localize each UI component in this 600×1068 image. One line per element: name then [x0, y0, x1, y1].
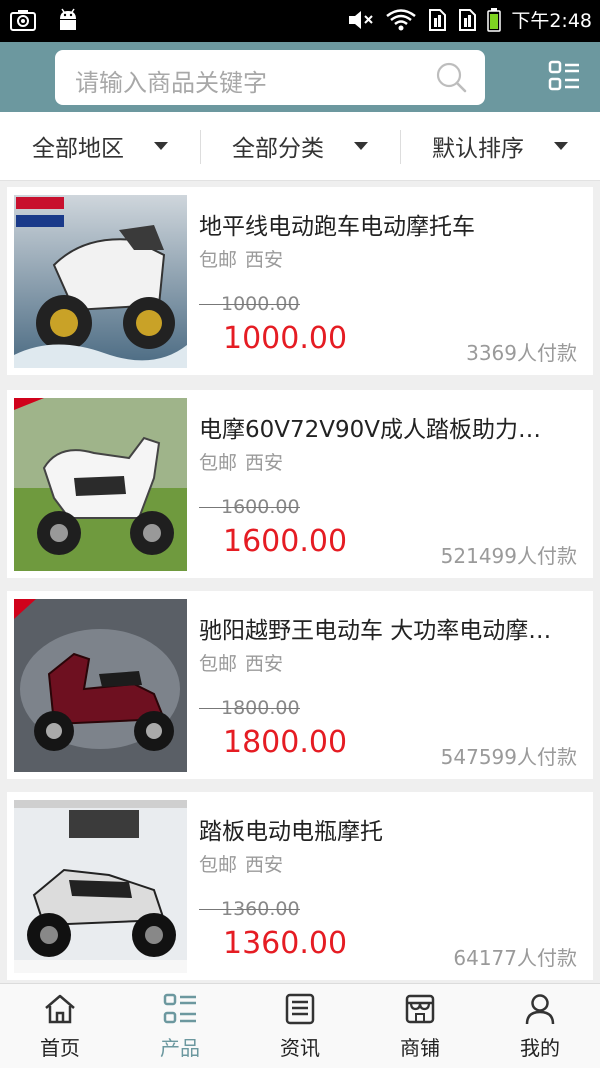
- tag-location: 西安: [245, 854, 284, 876]
- product-card[interactable]: 踏板电动电瓶摩托 包邮 西安 1360.00 1360.00 64177人付款: [7, 792, 593, 980]
- product-title[interactable]: 驰阳越野王电动车 大功率电动摩…: [199, 611, 579, 645]
- news-icon: [283, 992, 317, 1026]
- product-title[interactable]: 踏板电动电瓶摩托: [199, 812, 579, 846]
- caret-down-icon: [354, 142, 368, 150]
- tag-free-shipping: 包邮: [199, 854, 238, 876]
- product-tags: 包邮 西安: [199, 649, 283, 676]
- sim2-icon: [457, 8, 477, 32]
- nav-profile[interactable]: 我的: [480, 984, 600, 1068]
- sales-count: 3369人付款: [466, 341, 577, 365]
- mute-icon: [347, 8, 375, 32]
- battery-icon: [487, 7, 502, 32]
- nav-home[interactable]: 首页: [0, 984, 120, 1068]
- sales-count: 547599人付款: [440, 745, 577, 769]
- top-header: 请输入商品关键字: [0, 42, 600, 112]
- original-price: 1360.00: [199, 898, 300, 920]
- product-image[interactable]: [14, 195, 187, 368]
- product-price: 1360.00: [223, 926, 348, 961]
- nav-products-label: 产品: [160, 1036, 200, 1060]
- sales-count: 521499人付款: [440, 544, 577, 568]
- user-icon: [523, 992, 557, 1026]
- product-tags: 包邮 西安: [199, 850, 283, 877]
- filter-category-label: 全部分类: [232, 136, 324, 162]
- original-price: 1600.00: [199, 496, 300, 518]
- original-price: 1000.00: [199, 293, 300, 315]
- nav-news[interactable]: 资讯: [240, 984, 360, 1068]
- home-icon: [43, 992, 77, 1026]
- tag-free-shipping: 包邮: [199, 452, 238, 474]
- wifi-icon: [385, 8, 417, 32]
- product-card[interactable]: 电摩60V72V90V成人踏板助力… 包邮 西安 1600.00 1600.00 …: [7, 390, 593, 578]
- nav-profile-label: 我的: [520, 1036, 560, 1060]
- product-image[interactable]: [14, 398, 187, 571]
- product-price: 1600.00: [223, 524, 348, 559]
- product-title[interactable]: 电摩60V72V90V成人踏板助力…: [199, 410, 579, 444]
- caret-down-icon: [554, 142, 568, 150]
- filter-category[interactable]: 全部分类: [200, 112, 400, 180]
- nav-store[interactable]: 商铺: [360, 984, 480, 1068]
- tag-free-shipping: 包邮: [199, 653, 238, 675]
- search-input[interactable]: 请输入商品关键字: [55, 50, 485, 105]
- camera-icon: [10, 8, 36, 32]
- status-bar: 下午2:48: [0, 0, 600, 42]
- filter-bar: 全部地区 全部分类 默认排序: [0, 112, 600, 181]
- nav-store-label: 商铺: [400, 1036, 440, 1060]
- store-icon: [403, 992, 437, 1026]
- tag-location: 西安: [245, 452, 284, 474]
- nav-products[interactable]: 产品: [120, 984, 240, 1068]
- product-tags: 包邮 西安: [199, 245, 283, 272]
- tag-free-shipping: 包邮: [199, 249, 238, 271]
- product-image[interactable]: [14, 599, 187, 772]
- filter-sort[interactable]: 默认排序: [400, 112, 600, 180]
- bottom-nav: 首页 产品 资讯 商铺 我的: [0, 983, 600, 1068]
- product-image[interactable]: [14, 800, 187, 973]
- product-card[interactable]: 驰阳越野王电动车 大功率电动摩… 包邮 西安 1800.00 1800.00 54…: [7, 591, 593, 779]
- caret-down-icon: [154, 142, 168, 150]
- search-icon[interactable]: [435, 61, 467, 97]
- original-price: 1800.00: [199, 697, 300, 719]
- tag-location: 西安: [245, 249, 284, 271]
- filter-region-label: 全部地区: [32, 136, 124, 162]
- sim1-icon: [427, 8, 447, 32]
- category-menu-icon[interactable]: [548, 60, 580, 96]
- status-time: 下午2:48: [511, 10, 592, 32]
- sales-count: 64177人付款: [453, 946, 577, 970]
- search-placeholder: 请输入商品关键字: [75, 69, 267, 97]
- tag-location: 西安: [245, 653, 284, 675]
- product-tags: 包邮 西安: [199, 448, 283, 475]
- product-price: 1000.00: [223, 321, 348, 356]
- nav-home-label: 首页: [40, 1036, 80, 1060]
- filter-region[interactable]: 全部地区: [0, 112, 200, 180]
- nav-news-label: 资讯: [280, 1036, 320, 1060]
- product-card[interactable]: 地平线电动跑车电动摩托车 包邮 西安 1000.00 1000.00 3369人付…: [7, 187, 593, 375]
- android-icon: [56, 8, 80, 32]
- filter-sort-label: 默认排序: [432, 136, 524, 162]
- product-title[interactable]: 地平线电动跑车电动摩托车: [199, 207, 579, 241]
- product-price: 1800.00: [223, 725, 348, 760]
- list-icon: [163, 992, 197, 1026]
